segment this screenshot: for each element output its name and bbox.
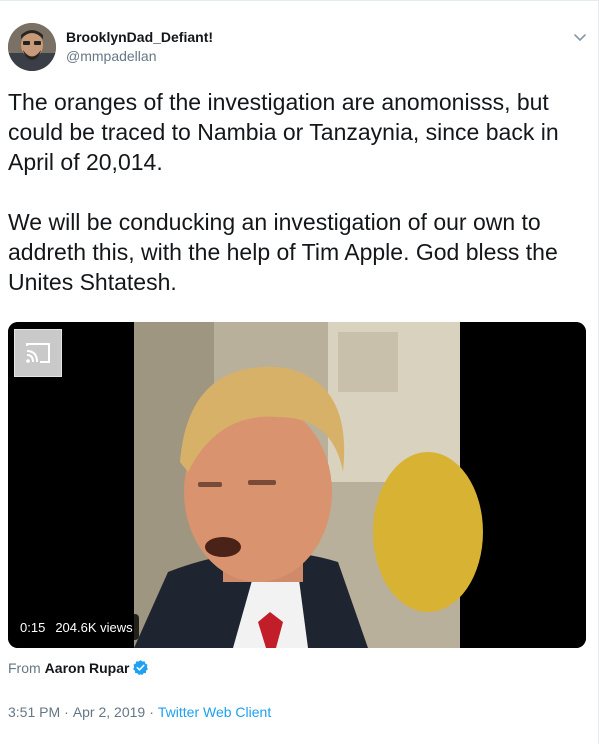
separator-dot: · (149, 704, 154, 720)
avatar-image (8, 23, 56, 71)
separator-dot: · (64, 704, 69, 720)
top-border (0, 0, 599, 1)
tweet-date[interactable]: Apr 2, 2019 (73, 704, 145, 720)
video-views: 204.6K views (55, 619, 133, 635)
verified-badge-icon (133, 660, 149, 676)
chevron-down-icon[interactable] (571, 28, 589, 46)
tweet-timestamp: 3:51 PM · Apr 2, 2019 · Twitter Web Client (8, 704, 271, 720)
client-link[interactable]: Twitter Web Client (158, 704, 271, 720)
attribution-prefix: From (8, 659, 41, 676)
display-name[interactable]: BrooklynDad_Defiant! (66, 29, 213, 45)
user-handle[interactable]: @mmpadellan (66, 48, 156, 64)
cast-button[interactable] (14, 329, 62, 377)
video-frame (8, 322, 586, 648)
video-duration: 0:15 (20, 619, 46, 635)
tweet-time[interactable]: 3:51 PM (8, 704, 60, 720)
video-meta-overlay: 0:15 204.6K views (14, 614, 139, 640)
video-player[interactable]: 0:15 204.6K views (8, 322, 586, 648)
avatar[interactable] (8, 23, 56, 71)
cast-icon (26, 343, 50, 363)
tweet-text: The oranges of the investigation are ano… (8, 89, 559, 295)
media-attribution: From Aaron Rupar (8, 659, 149, 676)
attribution-author-link[interactable]: Aaron Rupar (45, 660, 130, 676)
